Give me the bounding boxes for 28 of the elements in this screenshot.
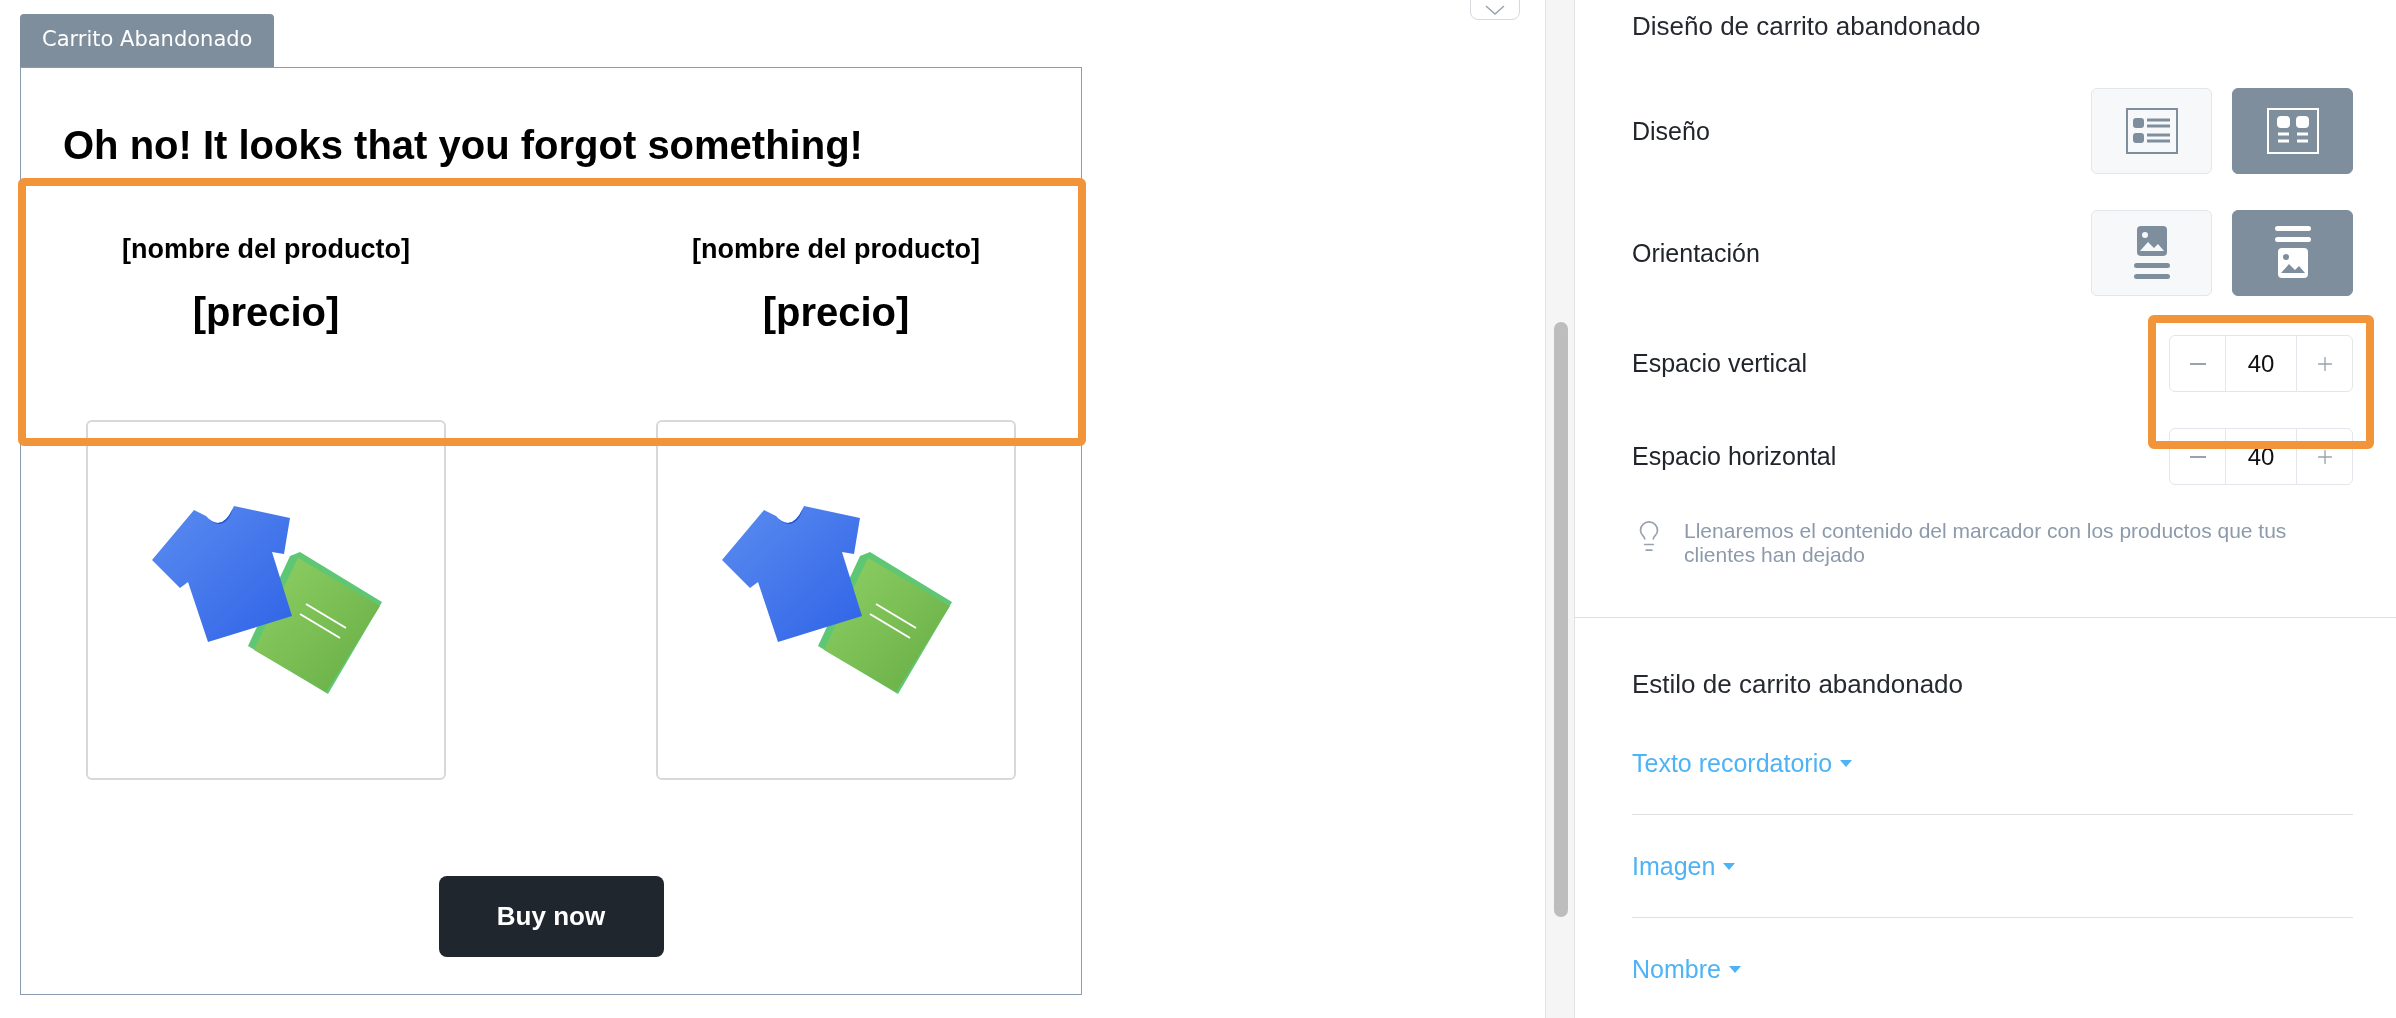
layout-option-button[interactable]: [2232, 210, 2353, 296]
scrollbar-thumb[interactable]: [1554, 322, 1568, 917]
product-price: [precio]: [762, 289, 910, 336]
minus-icon: [2189, 362, 2206, 365]
caret-icon: [1723, 862, 1736, 870]
number-field[interactable]: 40: [2225, 336, 2297, 391]
email-heading: Oh no! It looks that you forgot something!: [63, 122, 863, 169]
caret-icon: [1728, 965, 1741, 973]
product-name: [nombre del producto]: [122, 233, 410, 266]
section-title: Diseño de carrito abandonado: [1632, 10, 1982, 42]
number-stepper[interactable]: 40: [2169, 335, 2353, 392]
chevron-down-icon: [1485, 5, 1505, 15]
hint-text: Llenaremos el contenido del marcador con los productos que tus clientes han dejado: [1684, 519, 2288, 567]
buy-now-button[interactable]: Buy now: [438, 876, 664, 957]
grid-layout-icon: [2266, 108, 2319, 154]
image-above-lines-icon: [2133, 226, 2170, 280]
product-price: [precio]: [192, 289, 340, 336]
setting-label: Espacio horizontal: [1632, 442, 1837, 471]
lines-above-image-icon: [2274, 226, 2311, 280]
setting-label: Diseño: [1632, 116, 1710, 146]
product-name: [nombre del producto]: [692, 233, 980, 266]
caret-icon: [1840, 759, 1853, 767]
setting-label: Orientación: [1632, 238, 1760, 268]
layout-option-button[interactable]: [2232, 88, 2353, 174]
section-title: Estilo de carrito abandonado: [1632, 668, 1964, 700]
setting-label: Espacio vertical: [1632, 349, 1808, 378]
list-layout-icon: [2125, 108, 2178, 154]
minus-icon: [2189, 455, 2206, 458]
